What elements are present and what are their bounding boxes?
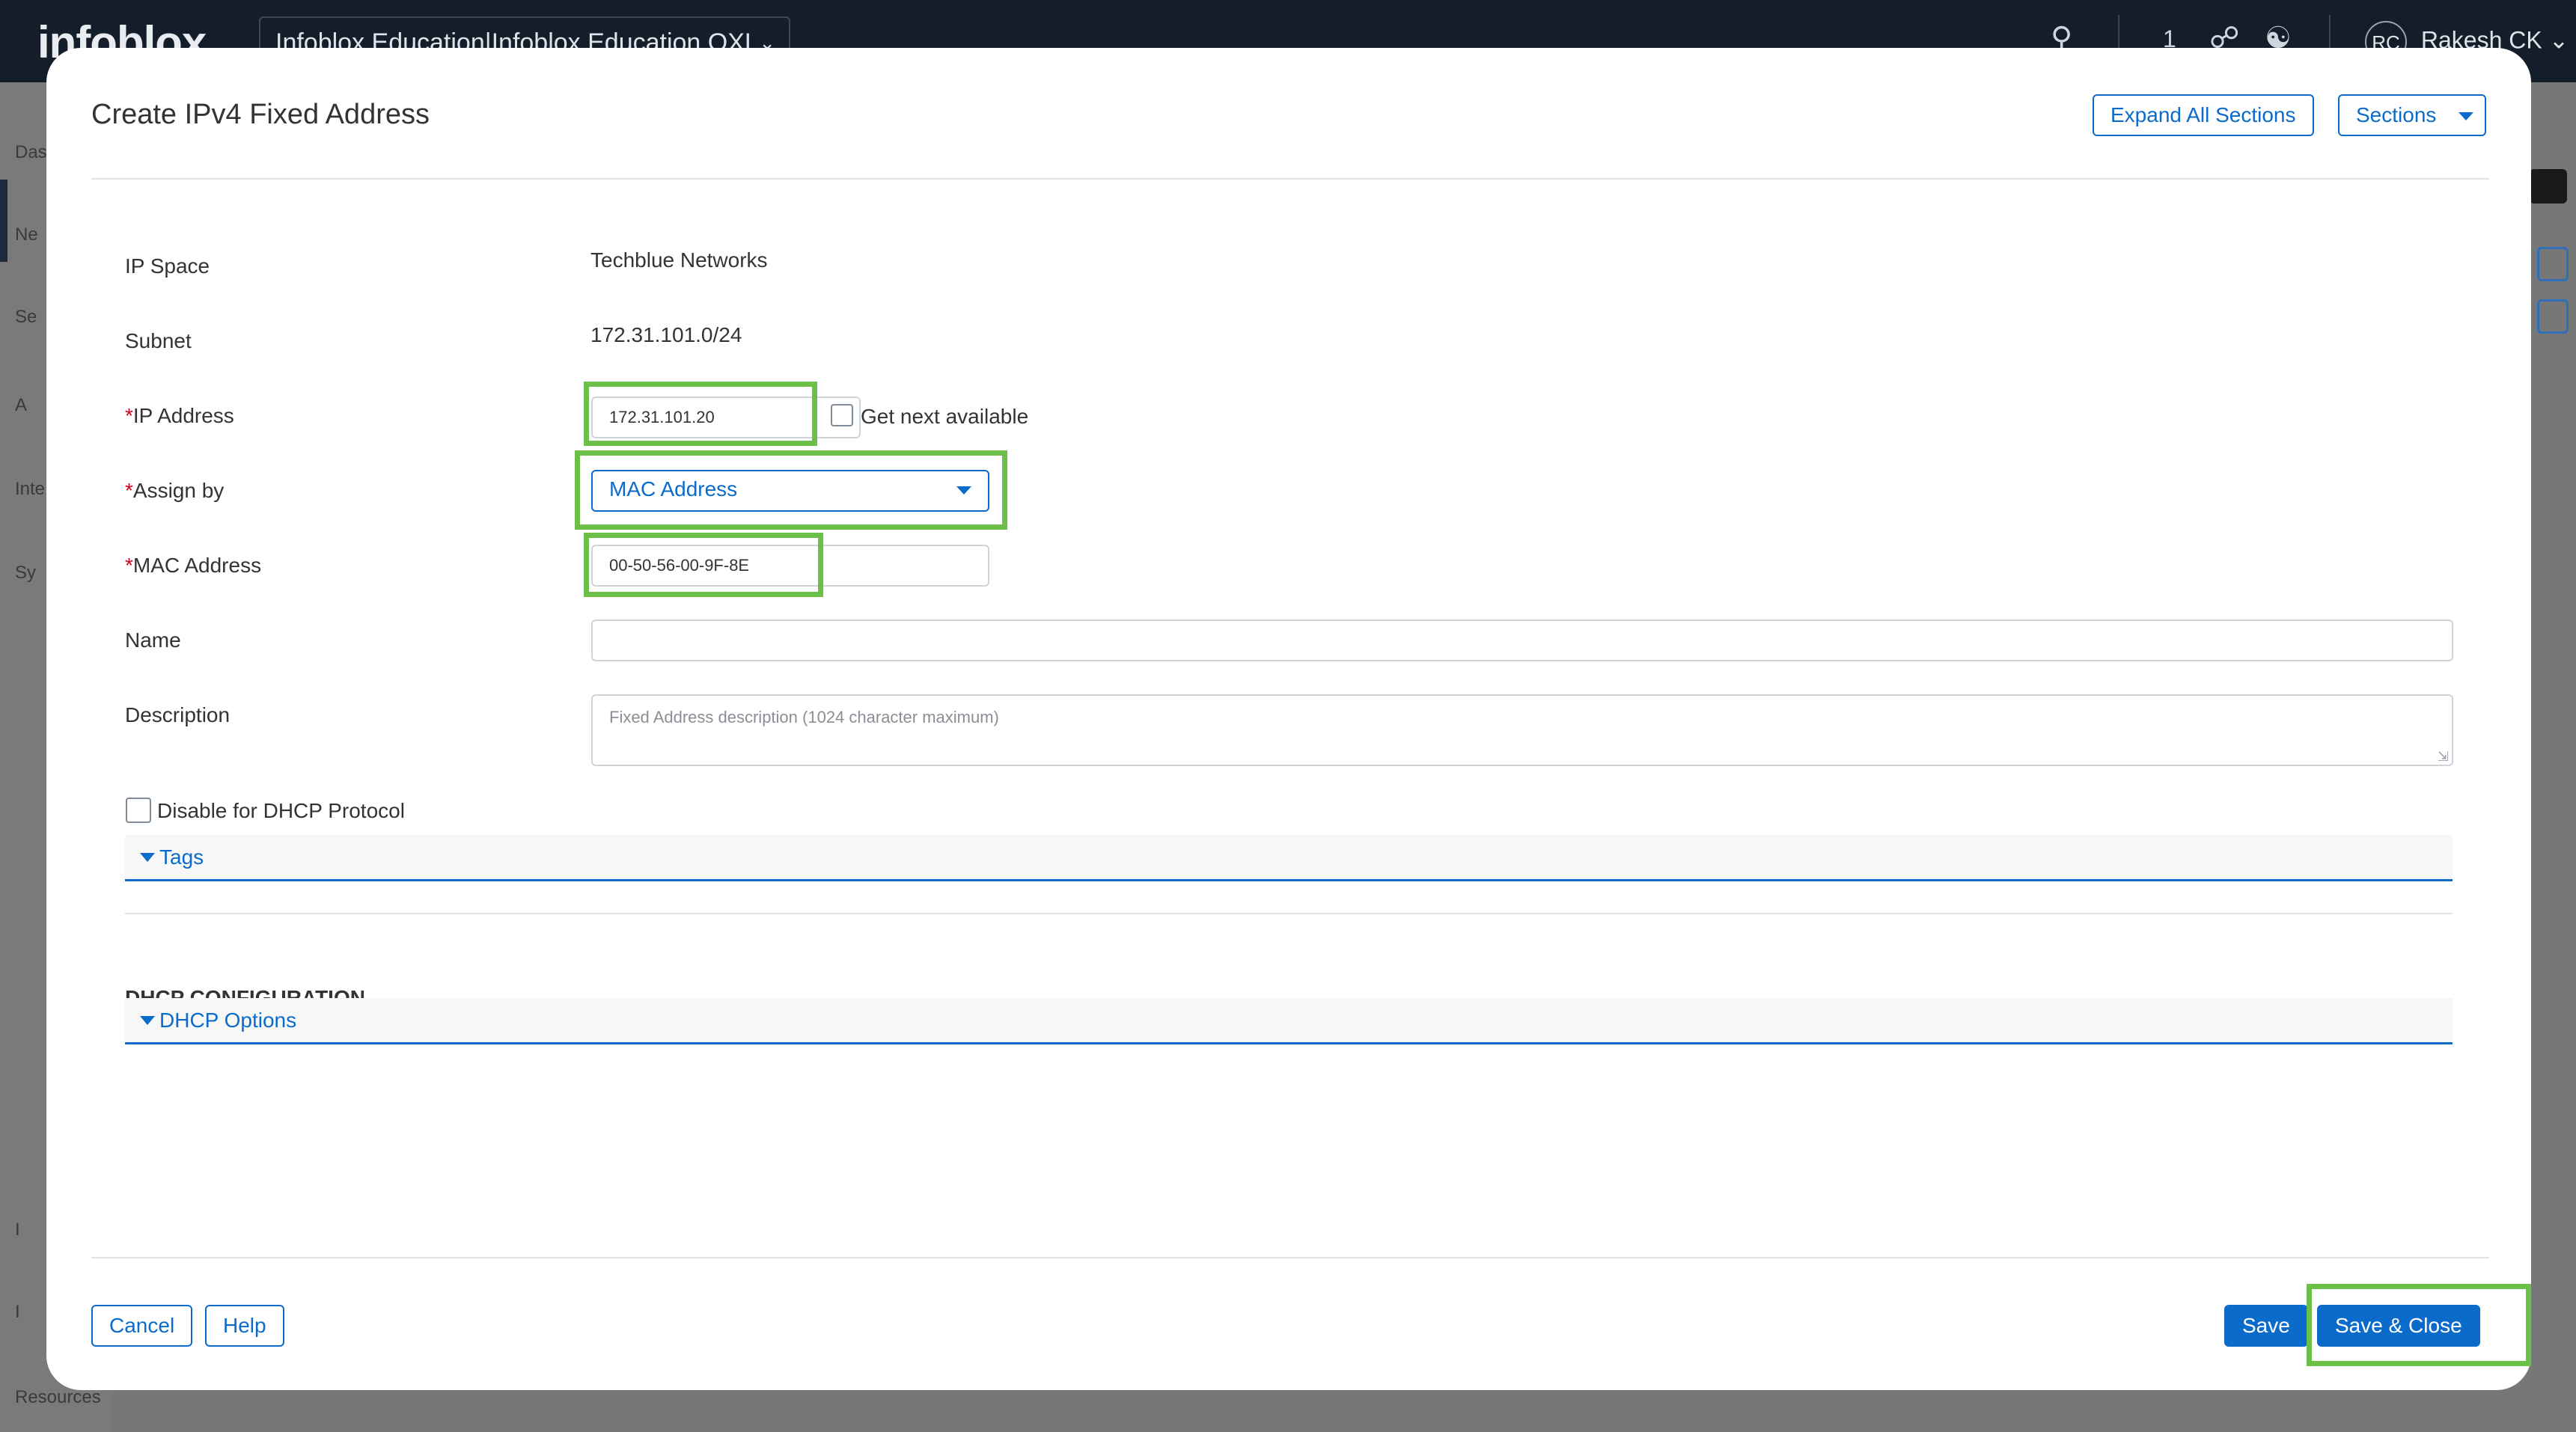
sections-dropdown-button[interactable]: Sections: [2338, 94, 2486, 136]
expand-all-sections-button[interactable]: Expand All Sections: [2093, 94, 2314, 136]
sidebar-item-resources[interactable]: Resources: [15, 1387, 101, 1408]
ip-space-label: IP Space: [125, 254, 210, 278]
background-action-button: [2530, 169, 2567, 204]
sidebar-item-integrations[interactable]: Inte: [15, 479, 45, 500]
assign-by-label: *Assign by: [125, 479, 224, 503]
highlight-save-and-close: [2307, 1284, 2531, 1366]
name-input[interactable]: [591, 619, 2453, 661]
subnet-value: 172.31.101.0/24: [590, 323, 742, 346]
chevron-down-icon: ⌄: [2548, 26, 2569, 54]
sidebar-item-services[interactable]: Se: [15, 307, 37, 328]
cancel-button[interactable]: Cancel: [91, 1305, 193, 1347]
sidebar-item-networks[interactable]: Ne: [15, 224, 38, 245]
mac-address-label: *MAC Address: [125, 554, 261, 578]
required-mark: *: [125, 404, 133, 427]
highlight-assign-by: [575, 450, 1007, 530]
highlight-ip-address: [584, 382, 817, 446]
dialog-title: Create IPv4 Fixed Address: [91, 99, 430, 130]
create-fixed-address-dialog: Create IPv4 Fixed Address Expand All Sec…: [46, 48, 2531, 1390]
sidebar-item-dashboard[interactable]: Das: [15, 142, 47, 163]
ip-address-label: *IP Address: [125, 404, 234, 428]
dhcp-options-section-toggle[interactable]: DHCP Options: [125, 998, 2453, 1044]
footer-divider: [91, 1257, 2489, 1258]
assign-by-label-text: Assign by: [132, 479, 225, 502]
required-mark: *: [125, 479, 133, 502]
background-icon: [2537, 299, 2569, 334]
ip-address-label-text: IP Address: [132, 404, 234, 427]
get-next-available-checkbox[interactable]: [831, 404, 853, 426]
required-mark: *: [125, 554, 133, 577]
mac-address-label-text: MAC Address: [132, 554, 262, 577]
caret-down-icon: [140, 1016, 155, 1025]
tags-section-toggle[interactable]: Tags: [125, 835, 2453, 881]
subnet-label: Subnet: [125, 329, 192, 352]
description-textarea[interactable]: Fixed Address description (1024 characte…: [591, 694, 2453, 766]
sidebar-item-system[interactable]: Sy: [15, 563, 36, 584]
name-label: Name: [125, 628, 181, 652]
tags-section-label: Tags: [159, 845, 204, 869]
get-next-available-label: Get next available: [861, 405, 1029, 428]
disable-dhcp-checkbox[interactable]: [126, 798, 151, 823]
header-divider: [91, 178, 2489, 180]
dhcp-options-section-label: DHCP Options: [159, 1009, 297, 1032]
section-divider: [125, 913, 2453, 914]
caret-down-icon: [2459, 112, 2474, 121]
ip-space-value: Techblue Networks: [590, 248, 768, 272]
help-button[interactable]: Help: [205, 1305, 284, 1347]
sidebar-item-a[interactable]: A: [15, 395, 27, 416]
caret-down-icon: [140, 853, 155, 862]
background-icon: [2537, 247, 2569, 281]
sidebar-item-i2[interactable]: I: [15, 1302, 20, 1323]
disable-dhcp-label: Disable for DHCP Protocol: [157, 799, 405, 822]
sections-label: Sections: [2356, 103, 2437, 126]
save-button[interactable]: Save: [2224, 1305, 2308, 1347]
sidebar-active-indicator: [0, 180, 7, 262]
highlight-mac-address: [584, 533, 823, 597]
description-placeholder: Fixed Address description (1024 characte…: [609, 708, 999, 726]
resize-handle-icon: ⇲: [2437, 749, 2449, 764]
description-label: Description: [125, 703, 231, 726]
sidebar-item-i1[interactable]: I: [15, 1220, 20, 1240]
